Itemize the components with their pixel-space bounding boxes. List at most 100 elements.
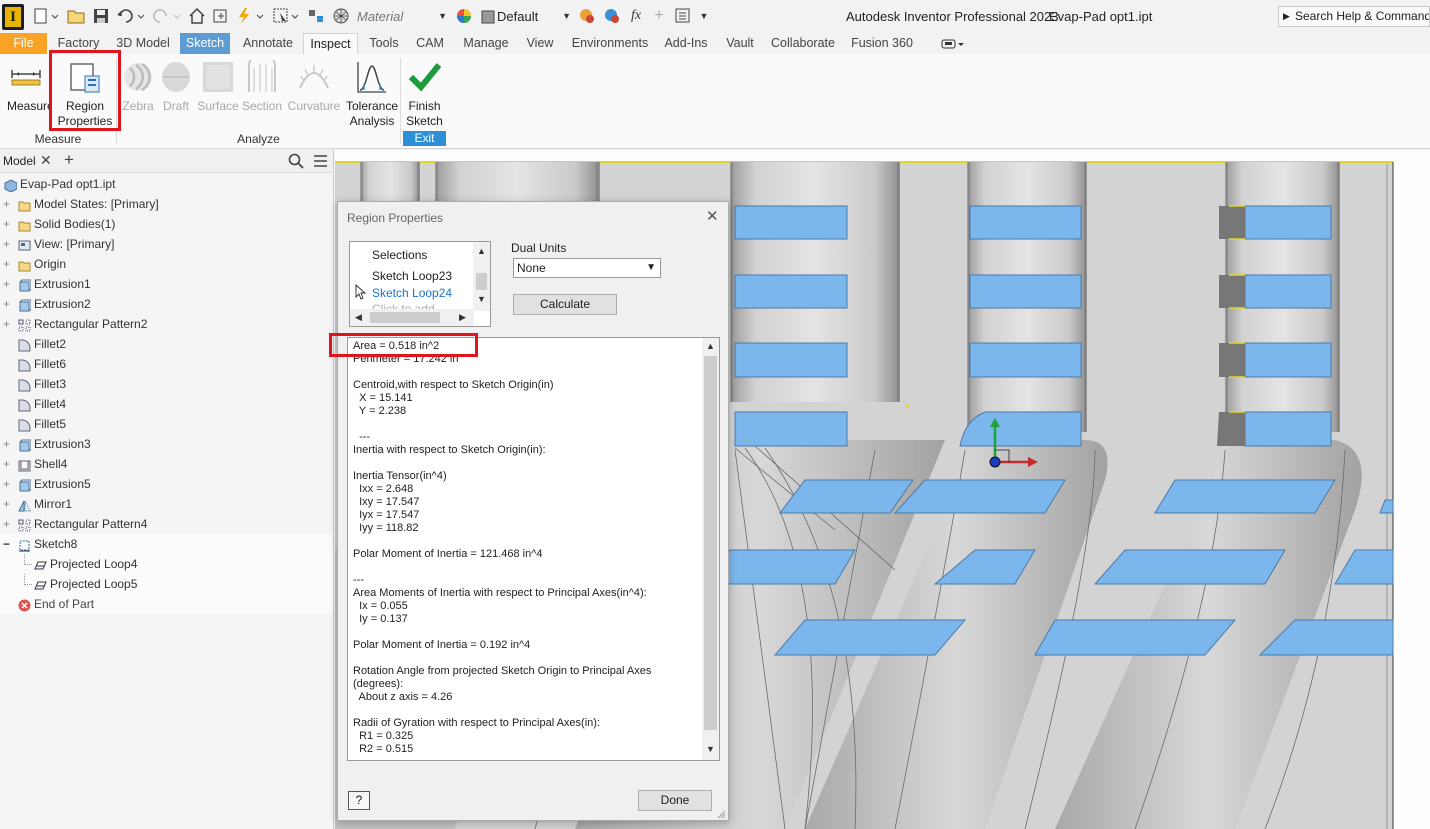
- results-scrollbar[interactable]: ▲ ▼: [702, 338, 719, 760]
- scroll-down-icon[interactable]: ▼: [473, 294, 490, 304]
- browser-node-solid-bodies-1[interactable]: + Solid Bodies(1): [0, 214, 333, 234]
- curvature-button[interactable]: Curvature: [286, 58, 342, 128]
- browser-node-view-primary[interactable]: + View: [Primary]: [0, 234, 333, 254]
- browser-node-sketch8[interactable]: − Sketch8: [0, 534, 333, 554]
- lightning-icon[interactable]: [235, 7, 267, 25]
- measure-small-icon[interactable]: [306, 7, 326, 25]
- surface-button[interactable]: Surface: [197, 58, 239, 128]
- expand-icon[interactable]: +: [3, 234, 13, 254]
- browser-node-fillet6[interactable]: Fillet6: [0, 354, 333, 374]
- tab-environments[interactable]: Environments: [566, 33, 654, 54]
- zebra-button[interactable]: Zebra: [121, 58, 155, 128]
- update-icon[interactable]: [212, 7, 230, 25]
- results-textbox[interactable]: Area = 0.518 in^2 Perimeter = 17.242 in …: [347, 337, 720, 761]
- browser-node-extrusion2[interactable]: + Extrusion2: [0, 294, 333, 314]
- tab-annotate[interactable]: Annotate: [236, 33, 300, 54]
- tab-3d-model[interactable]: 3D Model: [112, 33, 174, 54]
- tolerance-analysis-button[interactable]: Tolerance Analysis: [344, 58, 400, 128]
- done-button[interactable]: Done: [638, 790, 712, 811]
- list-item[interactable]: Sketch Loop23: [372, 269, 452, 283]
- browser-tab-model[interactable]: Model: [3, 154, 36, 168]
- browser-node-rectangular-pattern2[interactable]: + Rectangular Pattern2: [0, 314, 333, 334]
- close-icon[interactable]: ✕: [706, 207, 719, 225]
- open-icon[interactable]: [66, 7, 86, 25]
- redo-icon[interactable]: [152, 7, 184, 25]
- close-icon[interactable]: ✕: [40, 152, 52, 169]
- browser-node-model-states-primary[interactable]: + Model States: [Primary]: [0, 194, 333, 214]
- tab-manage[interactable]: Manage: [457, 33, 515, 54]
- browser-node-fillet5[interactable]: Fillet5: [0, 414, 333, 434]
- browser-node-evap-pad-opt1-ipt[interactable]: Evap-Pad opt1.ipt: [0, 174, 333, 194]
- expand-icon[interactable]: +: [3, 474, 13, 494]
- expand-icon[interactable]: +: [3, 494, 13, 514]
- undo-icon[interactable]: [116, 7, 148, 25]
- draft-button[interactable]: Draft: [159, 58, 193, 128]
- tab-cam[interactable]: CAM: [410, 33, 450, 54]
- browser-node-mirror1[interactable]: + Mirror1: [0, 494, 333, 514]
- browser-node-end-of-part[interactable]: End of Part: [0, 594, 333, 614]
- browser-node-shell4[interactable]: + Shell4: [0, 454, 333, 474]
- expand-icon[interactable]: +: [3, 294, 13, 314]
- tab-add-ins[interactable]: Add-Ins: [660, 33, 712, 54]
- browser-node-projected-loop5[interactable]: Projected Loop5: [0, 574, 333, 594]
- tab-sketch[interactable]: Sketch: [180, 33, 230, 54]
- home-icon[interactable]: [188, 7, 206, 25]
- tab-view[interactable]: View: [521, 33, 559, 54]
- measure-button[interactable]: Measure: [3, 58, 49, 128]
- hamburger-menu-icon[interactable]: [313, 154, 328, 168]
- fx-icon[interactable]: fx: [627, 7, 645, 25]
- scroll-thumb[interactable]: [476, 273, 487, 290]
- ilogic-icon[interactable]: [674, 7, 692, 25]
- dual-units-select[interactable]: None ▼: [513, 258, 661, 278]
- customize-qat-icon[interactable]: ▼: [697, 7, 711, 25]
- adjust-appearance-icon[interactable]: [603, 7, 621, 25]
- search-icon[interactable]: [288, 153, 304, 169]
- browser-node-fillet3[interactable]: Fillet3: [0, 374, 333, 394]
- expand-icon[interactable]: +: [3, 194, 13, 214]
- expand-icon[interactable]: +: [3, 214, 13, 234]
- selections-list[interactable]: Selections Sketch Loop23 Sketch Loop24 C…: [349, 241, 491, 327]
- expand-icon[interactable]: +: [3, 314, 13, 334]
- ribbon-display-toggle-icon[interactable]: [936, 33, 970, 54]
- help-button[interactable]: ?: [348, 791, 370, 810]
- scroll-up-icon[interactable]: ▲: [702, 341, 719, 351]
- section-button[interactable]: Section: [241, 52, 283, 128]
- add-tab-icon[interactable]: +: [64, 150, 74, 170]
- browser-node-extrusion3[interactable]: + Extrusion3: [0, 434, 333, 454]
- tab-fusion-360[interactable]: Fusion 360: [848, 33, 916, 54]
- list-item[interactable]: Sketch Loop24: [372, 286, 452, 300]
- expand-icon[interactable]: +: [3, 274, 13, 294]
- browser-node-extrusion1[interactable]: + Extrusion1: [0, 274, 333, 294]
- tab-inspect[interactable]: Inspect: [303, 33, 358, 54]
- resize-grip-icon[interactable]: [716, 808, 726, 819]
- scroll-up-icon[interactable]: ▲: [473, 246, 490, 256]
- scroll-thumb[interactable]: [370, 312, 440, 323]
- browser-node-rectangular-pattern4[interactable]: + Rectangular Pattern4: [0, 514, 333, 534]
- appearance-combo[interactable]: Default ▼: [478, 6, 576, 27]
- material-icon[interactable]: [332, 7, 350, 25]
- selections-vertical-scrollbar[interactable]: ▲ ▼: [473, 242, 490, 311]
- tab-collaborate[interactable]: Collaborate: [768, 33, 838, 54]
- browser-node-fillet2[interactable]: Fillet2: [0, 334, 333, 354]
- tab-vault[interactable]: Vault: [720, 33, 760, 54]
- browser-node-projected-loop4[interactable]: Projected Loop4: [0, 554, 333, 574]
- scroll-down-icon[interactable]: ▼: [702, 744, 719, 754]
- new-icon[interactable]: [32, 7, 62, 25]
- expand-icon[interactable]: +: [3, 514, 13, 534]
- tab-file[interactable]: File: [0, 33, 47, 54]
- scroll-left-icon[interactable]: ◀: [350, 312, 367, 323]
- select-icon[interactable]: [272, 7, 302, 25]
- calculate-button[interactable]: Calculate: [513, 294, 617, 315]
- clear-appearance-icon[interactable]: [578, 7, 596, 25]
- browser-node-origin[interactable]: + Origin: [0, 254, 333, 274]
- expand-icon[interactable]: +: [3, 454, 13, 474]
- scroll-thumb[interactable]: [704, 356, 717, 730]
- app-logo[interactable]: I: [2, 4, 24, 30]
- scroll-right-icon[interactable]: ▶: [454, 312, 471, 323]
- tab-tools[interactable]: Tools: [364, 33, 404, 54]
- search-help-input[interactable]: ▶Search Help & Commands...: [1278, 6, 1430, 27]
- finish-sketch-button[interactable]: Finish Sketch: [403, 58, 446, 128]
- material-combo[interactable]: Material ▼: [350, 6, 452, 27]
- save-icon[interactable]: [92, 7, 110, 25]
- browser-node-extrusion5[interactable]: + Extrusion5: [0, 474, 333, 494]
